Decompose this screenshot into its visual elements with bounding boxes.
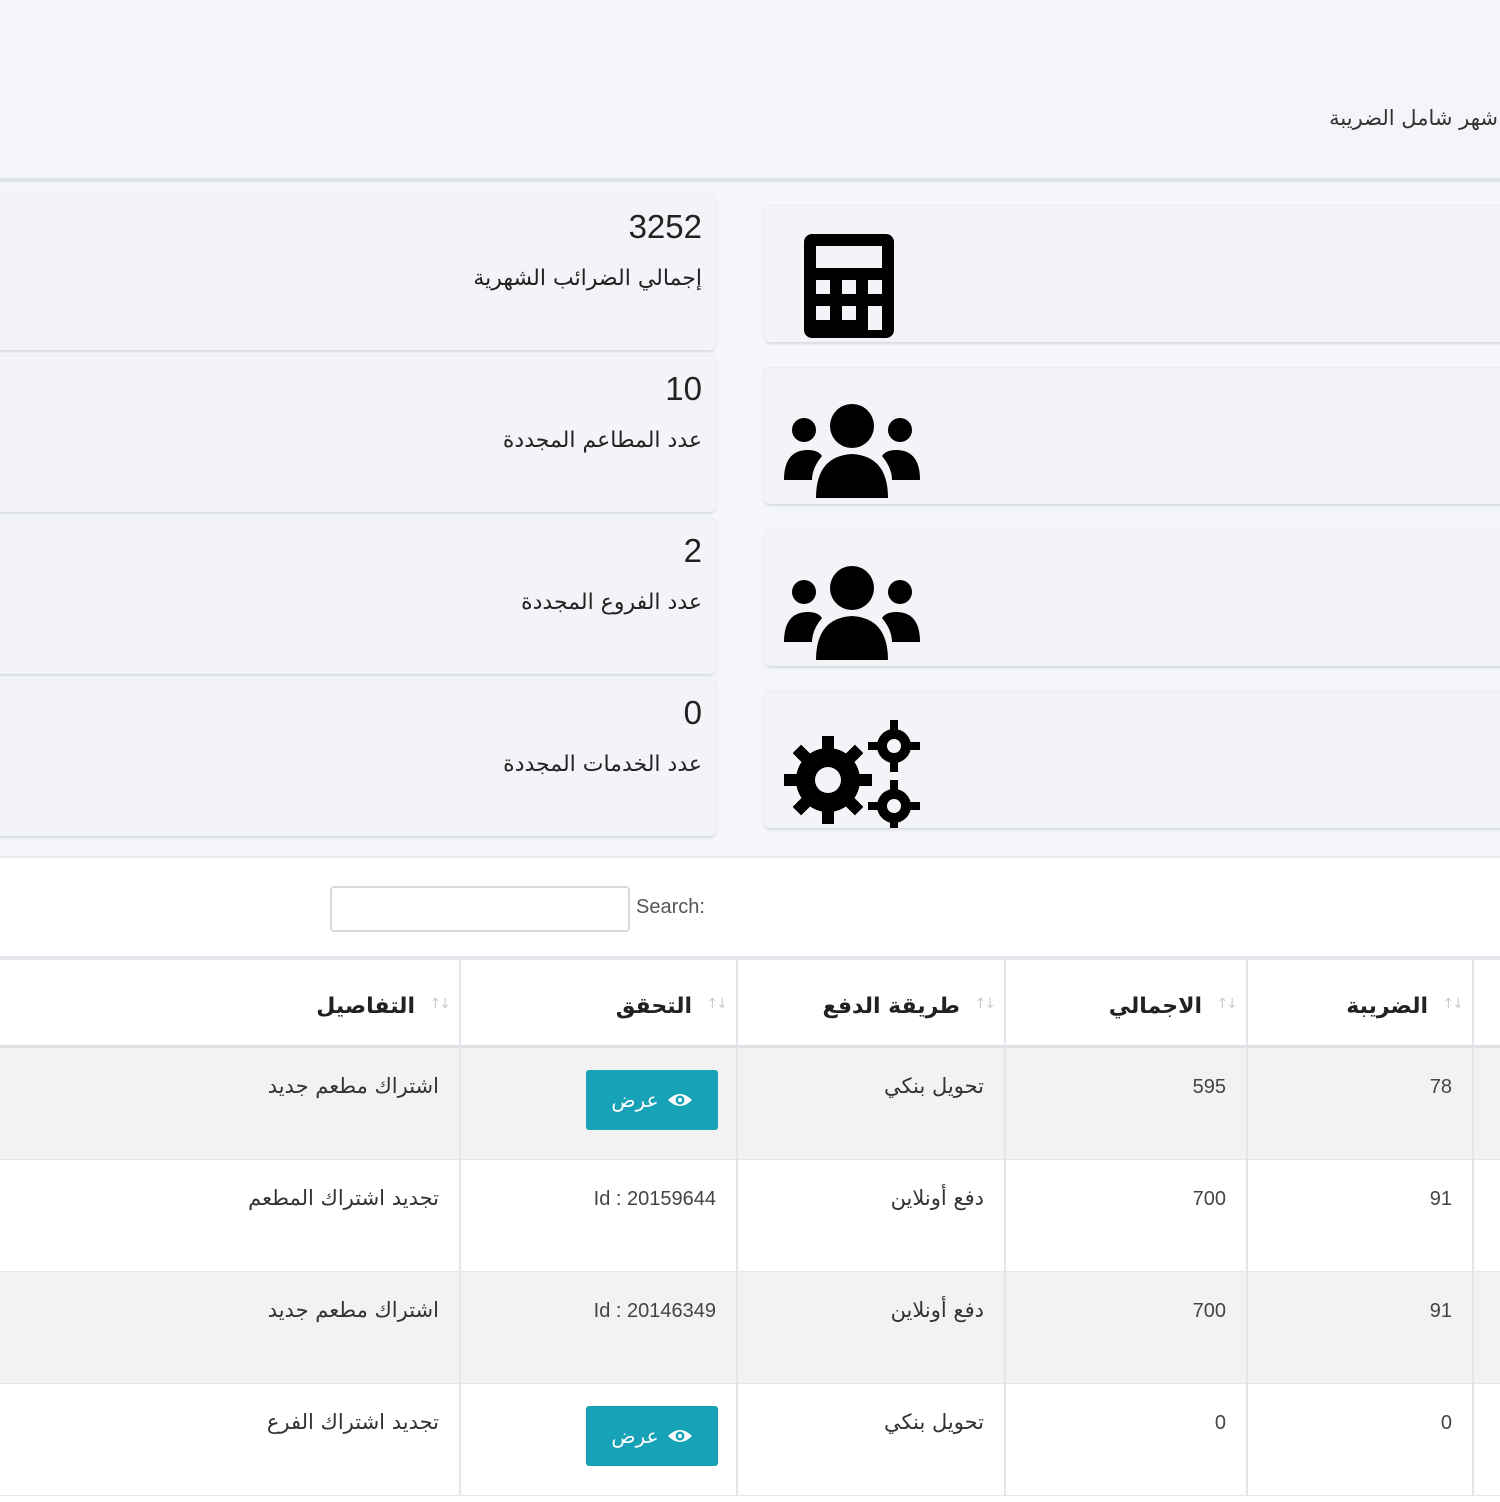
sort-icon: ↑↓ (706, 996, 729, 1012)
column-header-details[interactable]: ↑↓ التفاصيل (0, 960, 461, 1048)
stat-value: 3252 (628, 208, 702, 245)
cell-tax: 91 (1248, 1272, 1474, 1384)
stat-card-renewed-branches: 2 عدد الفروع المجددة (0, 518, 716, 674)
stat-label: عدد المطاعم المجددة (502, 428, 702, 453)
view-button[interactable]: عرض (586, 1406, 718, 1466)
cell-tax: 91 (1248, 1160, 1474, 1272)
cell-payment-method: تحويل بنكي (738, 1048, 1006, 1160)
stat-icon-card-users (764, 530, 1500, 666)
search-label: Search: (636, 896, 705, 918)
column-header-tax[interactable]: ↑↓ الضريبة (1248, 960, 1474, 1048)
table-header-row: ↑↓ الضريبة ↑↓ الاجمالي ↑↓ طريقة الدفع ↑↓… (0, 960, 1500, 1048)
cell-total: 700 (1006, 1272, 1248, 1384)
stat-value: 10 (665, 370, 702, 407)
cell-tax: 78 (1248, 1048, 1474, 1160)
cell-tax: 0 (1248, 1384, 1474, 1496)
eye-icon (667, 1094, 692, 1106)
users-icon (784, 404, 920, 498)
column-header-payment-method[interactable]: ↑↓ طريقة الدفع (738, 960, 1006, 1048)
table-row: 0 0 تحويل بنكي عرض تجديد اشتراك الفرع (0, 1384, 1500, 1496)
view-button[interactable]: عرض (586, 1070, 718, 1130)
stat-label: إجمالي الضرائب الشهرية (473, 266, 702, 291)
divider (0, 178, 1500, 182)
sort-icon: ↑↓ (1442, 996, 1465, 1012)
stat-value: 2 (683, 532, 702, 569)
stat-label: عدد الفروع المجددة (521, 590, 702, 615)
table-row: 91 700 دفع أونلاين Id : 20146349 اشتراك … (0, 1272, 1500, 1384)
cell-total: 700 (1006, 1160, 1248, 1272)
table-row: 78 595 تحويل بنكي عرض اشتراك مطعم جديد (0, 1048, 1500, 1160)
table-row: 91 700 دفع أونلاين Id : 20159644 تجديد ا… (0, 1160, 1500, 1272)
cell-details: تجديد اشتراك المطعم (0, 1160, 461, 1272)
cell-details: تجديد اشتراك الفرع (0, 1384, 461, 1496)
stat-icon-card-calculator (764, 206, 1500, 342)
column-header-verification[interactable]: ↑↓ التحقق (461, 960, 738, 1048)
users-icon (784, 566, 920, 660)
sort-icon: ↑↓ (1216, 996, 1239, 1012)
cell-payment-method: دفع أونلاين (738, 1160, 1006, 1272)
cell-payment-method: تحويل بنكي (738, 1384, 1006, 1496)
top-summary-area: شهر شامل الضريبة (0, 0, 1500, 180)
cell-verification: Id : 20159644 (461, 1160, 738, 1272)
cell-verification: Id : 20146349 (461, 1272, 738, 1384)
cell-details: اشتراك مطعم جديد (0, 1048, 461, 1160)
cell-payment-method: دفع أونلاين (738, 1272, 1006, 1384)
stat-value: 0 (683, 694, 702, 731)
stat-icon-card-gears (764, 692, 1500, 828)
cell-details: اشتراك مطعم جديد (0, 1272, 461, 1384)
stat-label: عدد الخدمات المجددة (503, 752, 702, 777)
stat-card-total-tax: 3252 إجمالي الضرائب الشهرية (0, 194, 716, 350)
sort-icon: ↑↓ (974, 996, 997, 1012)
eye-icon (667, 1430, 692, 1442)
sort-icon: ↑↓ (429, 996, 452, 1012)
column-header-total[interactable]: ↑↓ الاجمالي (1006, 960, 1248, 1048)
stat-card-renewed-restaurants: 10 عدد المطاعم المجددة (0, 356, 716, 512)
calculator-icon (804, 234, 894, 338)
cell-total: 595 (1006, 1048, 1248, 1160)
search-input[interactable] (330, 886, 630, 932)
stat-icon-card-users (764, 368, 1500, 504)
gears-icon (784, 720, 920, 828)
tax-period-label: شهر شامل الضريبة (1329, 106, 1498, 130)
stat-card-renewed-services: 0 عدد الخدمات المجددة (0, 680, 716, 836)
cell-total: 0 (1006, 1384, 1248, 1496)
column-header-extra (1474, 960, 1500, 1048)
